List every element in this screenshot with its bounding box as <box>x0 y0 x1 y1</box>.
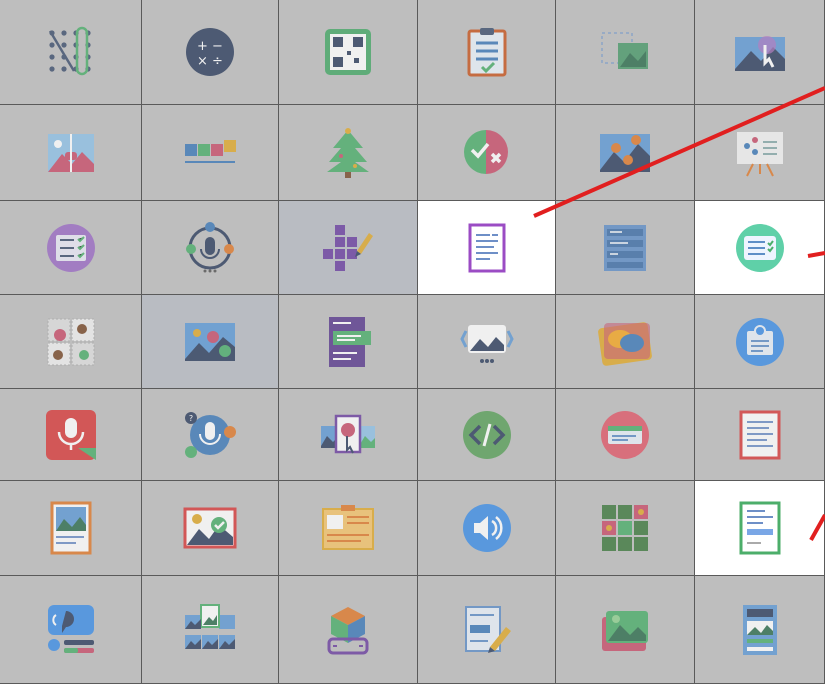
tile-speak-answer[interactable]: ? <box>142 389 279 481</box>
image-choice-icon <box>183 315 237 369</box>
text-circle-icon <box>598 408 652 462</box>
svg-text:?: ? <box>189 414 193 423</box>
tile-audio-question[interactable] <box>142 201 279 295</box>
tile-image-hotspot[interactable] <box>695 0 825 105</box>
content-type-grid: + − × ÷? <box>0 0 825 684</box>
tile-worksheet[interactable] <box>695 481 825 576</box>
audio-question-icon <box>183 221 237 275</box>
tile-color-grid[interactable] <box>556 481 695 576</box>
tile-code-embed[interactable] <box>418 389 556 481</box>
tile-document[interactable] <box>418 201 556 295</box>
tile-3d-box[interactable] <box>279 576 418 684</box>
info-circle-icon <box>733 315 787 369</box>
tile-image-gallery[interactable] <box>418 295 556 389</box>
image-stack-icon <box>598 603 652 657</box>
image-sequence-icon <box>321 408 375 462</box>
speaker-icon <box>460 501 514 555</box>
dot-grid-icon <box>44 25 98 79</box>
3d-box-icon <box>321 603 375 657</box>
tile-qr-code[interactable] <box>279 0 418 105</box>
tile-image-placeholder[interactable] <box>556 0 695 105</box>
image-hotspot-icon <box>733 25 787 79</box>
tile-list-panel[interactable] <box>556 201 695 295</box>
tile-image-pairing[interactable] <box>556 105 695 201</box>
svg-text:× ÷: × ÷ <box>197 54 223 69</box>
tile-image-slider[interactable] <box>0 105 142 201</box>
tile-checklist-circle[interactable] <box>0 201 142 295</box>
timeline-blocks-icon <box>183 126 237 180</box>
clipboard-checklist-icon <box>460 25 514 79</box>
tile-text-blocks[interactable] <box>279 295 418 389</box>
tile-true-false[interactable] <box>418 105 556 201</box>
text-blocks-icon <box>321 315 375 369</box>
tile-form-checklist[interactable] <box>695 201 825 295</box>
tile-image-sequence[interactable] <box>279 389 418 481</box>
board-layout-icon <box>321 501 375 555</box>
image-pairing-icon <box>598 126 652 180</box>
tile-edit-form[interactable] <box>418 576 556 684</box>
image-slider-icon <box>44 126 98 180</box>
tile-info-circle[interactable] <box>695 295 825 389</box>
tile-audio-recorder[interactable] <box>0 389 142 481</box>
image-collage-icon <box>183 603 237 657</box>
edit-form-icon <box>460 603 514 657</box>
image-gallery-icon <box>459 315 514 369</box>
tile-presentation[interactable] <box>695 105 825 201</box>
presentation-icon <box>733 126 787 180</box>
tile-board-layout[interactable] <box>279 481 418 576</box>
tile-speaker[interactable] <box>418 481 556 576</box>
tile-page-layout[interactable] <box>695 576 825 684</box>
memory-cards-icon <box>44 315 98 369</box>
true-false-icon <box>460 126 514 180</box>
speak-answer-icon: ? <box>183 408 237 462</box>
image-check-icon <box>183 501 237 555</box>
qr-code-icon <box>321 25 375 79</box>
tile-math-operators[interactable]: + − × ÷ <box>142 0 279 105</box>
worksheet-icon <box>733 501 787 555</box>
speech-avatar-icon <box>44 603 98 657</box>
tile-memory-cards[interactable] <box>0 295 142 389</box>
document-icon <box>460 221 514 275</box>
tile-timeline-blocks[interactable] <box>142 105 279 201</box>
page-layout-icon <box>733 603 787 657</box>
christmas-tree-icon <box>321 126 375 180</box>
code-embed-icon <box>460 408 514 462</box>
tile-image-document[interactable] <box>0 481 142 576</box>
tile-dialog-cards[interactable] <box>556 295 695 389</box>
list-panel-icon <box>598 221 652 275</box>
checklist-circle-icon <box>44 221 98 275</box>
form-checklist-icon <box>733 221 787 275</box>
svg-text:+ −: + − <box>197 39 223 54</box>
tile-christmas-tree[interactable] <box>279 105 418 201</box>
text-page-icon <box>733 408 787 462</box>
audio-recorder-icon <box>44 408 98 462</box>
tile-image-stack[interactable] <box>556 576 695 684</box>
crossword-icon <box>321 221 375 275</box>
tile-speech-avatar[interactable] <box>0 576 142 684</box>
image-document-icon <box>44 501 98 555</box>
tile-image-check[interactable] <box>142 481 279 576</box>
image-placeholder-icon <box>598 25 652 79</box>
tile-dot-grid[interactable] <box>0 0 142 105</box>
tile-text-circle[interactable] <box>556 389 695 481</box>
tile-clipboard-checklist[interactable] <box>418 0 556 105</box>
tile-image-collage[interactable] <box>142 576 279 684</box>
dialog-cards-icon <box>598 315 652 369</box>
tile-crossword[interactable] <box>279 201 418 295</box>
color-grid-icon <box>598 501 652 555</box>
math-operators-icon: + − × ÷ <box>183 25 237 79</box>
tile-image-choice[interactable] <box>142 295 279 389</box>
tile-text-page[interactable] <box>695 389 825 481</box>
